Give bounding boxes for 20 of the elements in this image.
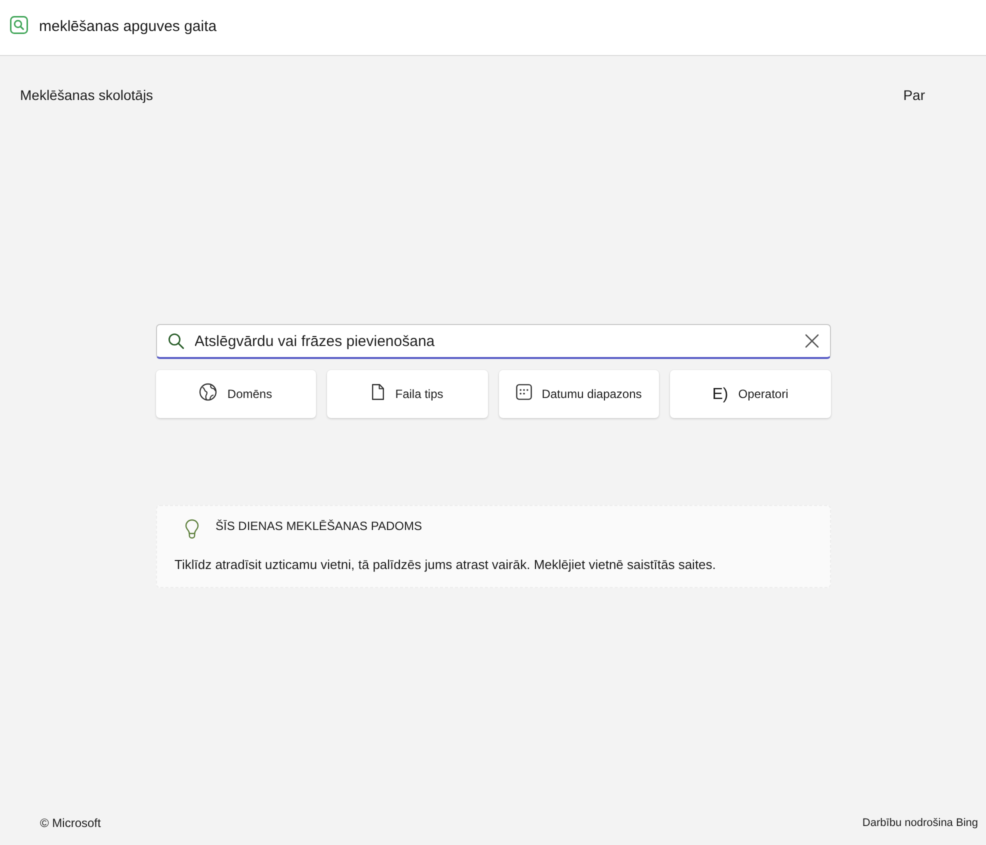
search-icon [10, 16, 28, 34]
app-title: meklēšanas apguves gaita [39, 18, 217, 35]
globe-icon [199, 383, 218, 401]
filter-button[interactable]: Domēns [156, 370, 316, 418]
lightbulb-icon [184, 519, 198, 539]
copyright-text: © Microsoft [40, 816, 101, 830]
close-button[interactable] [802, 332, 820, 350]
about-link[interactable]: Par [903, 87, 925, 103]
search-icon [168, 333, 184, 349]
filter-button[interactable]: Datumu diapazons [498, 370, 659, 418]
operator-glyph: E) [712, 386, 728, 404]
filter-button[interactable]: Faila tips [327, 370, 488, 418]
tip-heading: ŠĪS DIENAS MEKLĒŠANAS PADOMS [216, 519, 422, 533]
tip-text: Tiklīdz atradīsit uzticamu vietni, tā palīdzēs jums atrast vairāk. Meklējiet vietnē saistītās saites. [174, 557, 717, 572]
filter-button[interactable]: E) Operatori [670, 370, 830, 418]
page-title: Meklēšanas skolotājs [20, 87, 154, 103]
search-field[interactable]: Atslēgvārdu vai frāzes pievienošana [156, 324, 830, 359]
document-icon [371, 383, 386, 401]
powered-by-text: Darbību nodrošina Bing [862, 817, 978, 829]
calendar-icon [516, 384, 532, 400]
